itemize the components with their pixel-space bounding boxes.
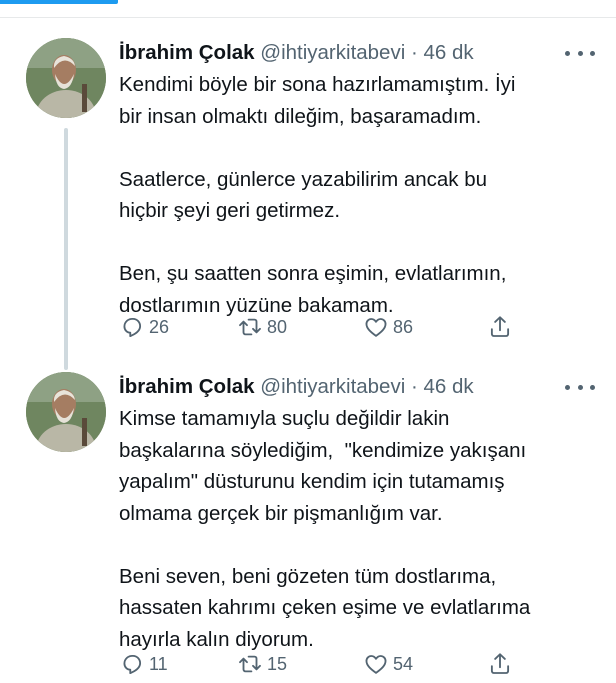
tweet-actions: 26 80 86 [119,312,519,342]
like-count: 86 [393,316,414,337]
share-icon [490,653,510,674]
more-icon [565,384,570,390]
more-button[interactable] [563,42,597,64]
author-name[interactable]: İbrahim Çolak [119,375,255,398]
tweet-paragraph: Beni seven, beni gözeten tüm dostlarıma,… [119,564,531,651]
separator-dot: · [410,41,418,64]
tweet-text: Kendimi böyle bir sona hazırlamamıştım. … [119,69,599,321]
tweet-header: İbrahim Çolak @ihtiyarkitabevi · 46 dk [119,38,599,68]
more-button[interactable] [563,376,597,398]
retweet-button[interactable]: 80 [237,312,287,342]
timestamp[interactable]: 46 dk [424,375,474,398]
reply-count: 26 [149,316,170,337]
share-button[interactable] [487,312,513,342]
retweet-count: 80 [267,316,288,337]
reply-button[interactable]: 26 [119,312,169,342]
heart-icon [365,655,387,674]
retweet-icon [239,655,261,673]
tweet-paragraph: Saatlerce, günlerce yazabilirim ancak bu… [119,167,488,223]
top-divider [0,17,616,18]
reply-icon [123,317,142,338]
thread-connector-line [64,128,68,370]
heart-icon [365,318,387,337]
tweet-text: Kimse tamamıyla suçlu değildir lakin baş… [119,403,599,655]
author-name[interactable]: İbrahim Çolak [119,41,255,64]
reply-button[interactable]: 11 [119,649,168,679]
like-count: 54 [393,653,414,674]
more-icon [565,50,570,56]
retweet-count: 15 [267,653,288,674]
share-icon [490,316,510,337]
avatar[interactable] [26,372,106,452]
reply-count: 11 [149,653,168,674]
retweet-button[interactable]: 15 [237,649,287,679]
timestamp[interactable]: 46 dk [424,41,474,64]
tweet-actions: 11 15 54 [119,649,519,679]
active-tab-indicator [0,0,118,4]
separator-dot: · [410,375,418,398]
reply-icon [123,654,142,675]
like-button[interactable]: 54 [363,649,413,679]
retweet-icon [239,318,261,336]
tweet-header: İbrahim Çolak @ihtiyarkitabevi · 46 dk [119,372,599,402]
author-handle[interactable]: @ihtiyarkitabevi [260,375,405,398]
avatar[interactable] [26,38,106,118]
tweet-paragraph: Kimse tamamıyla suçlu değildir lakin baş… [119,407,527,525]
share-button[interactable] [487,649,513,679]
author-handle[interactable]: @ihtiyarkitabevi [260,41,405,64]
tweet-paragraph: Kendimi böyle bir sona hazırlamamıştım. … [119,73,516,128]
like-button[interactable]: 86 [363,312,413,342]
